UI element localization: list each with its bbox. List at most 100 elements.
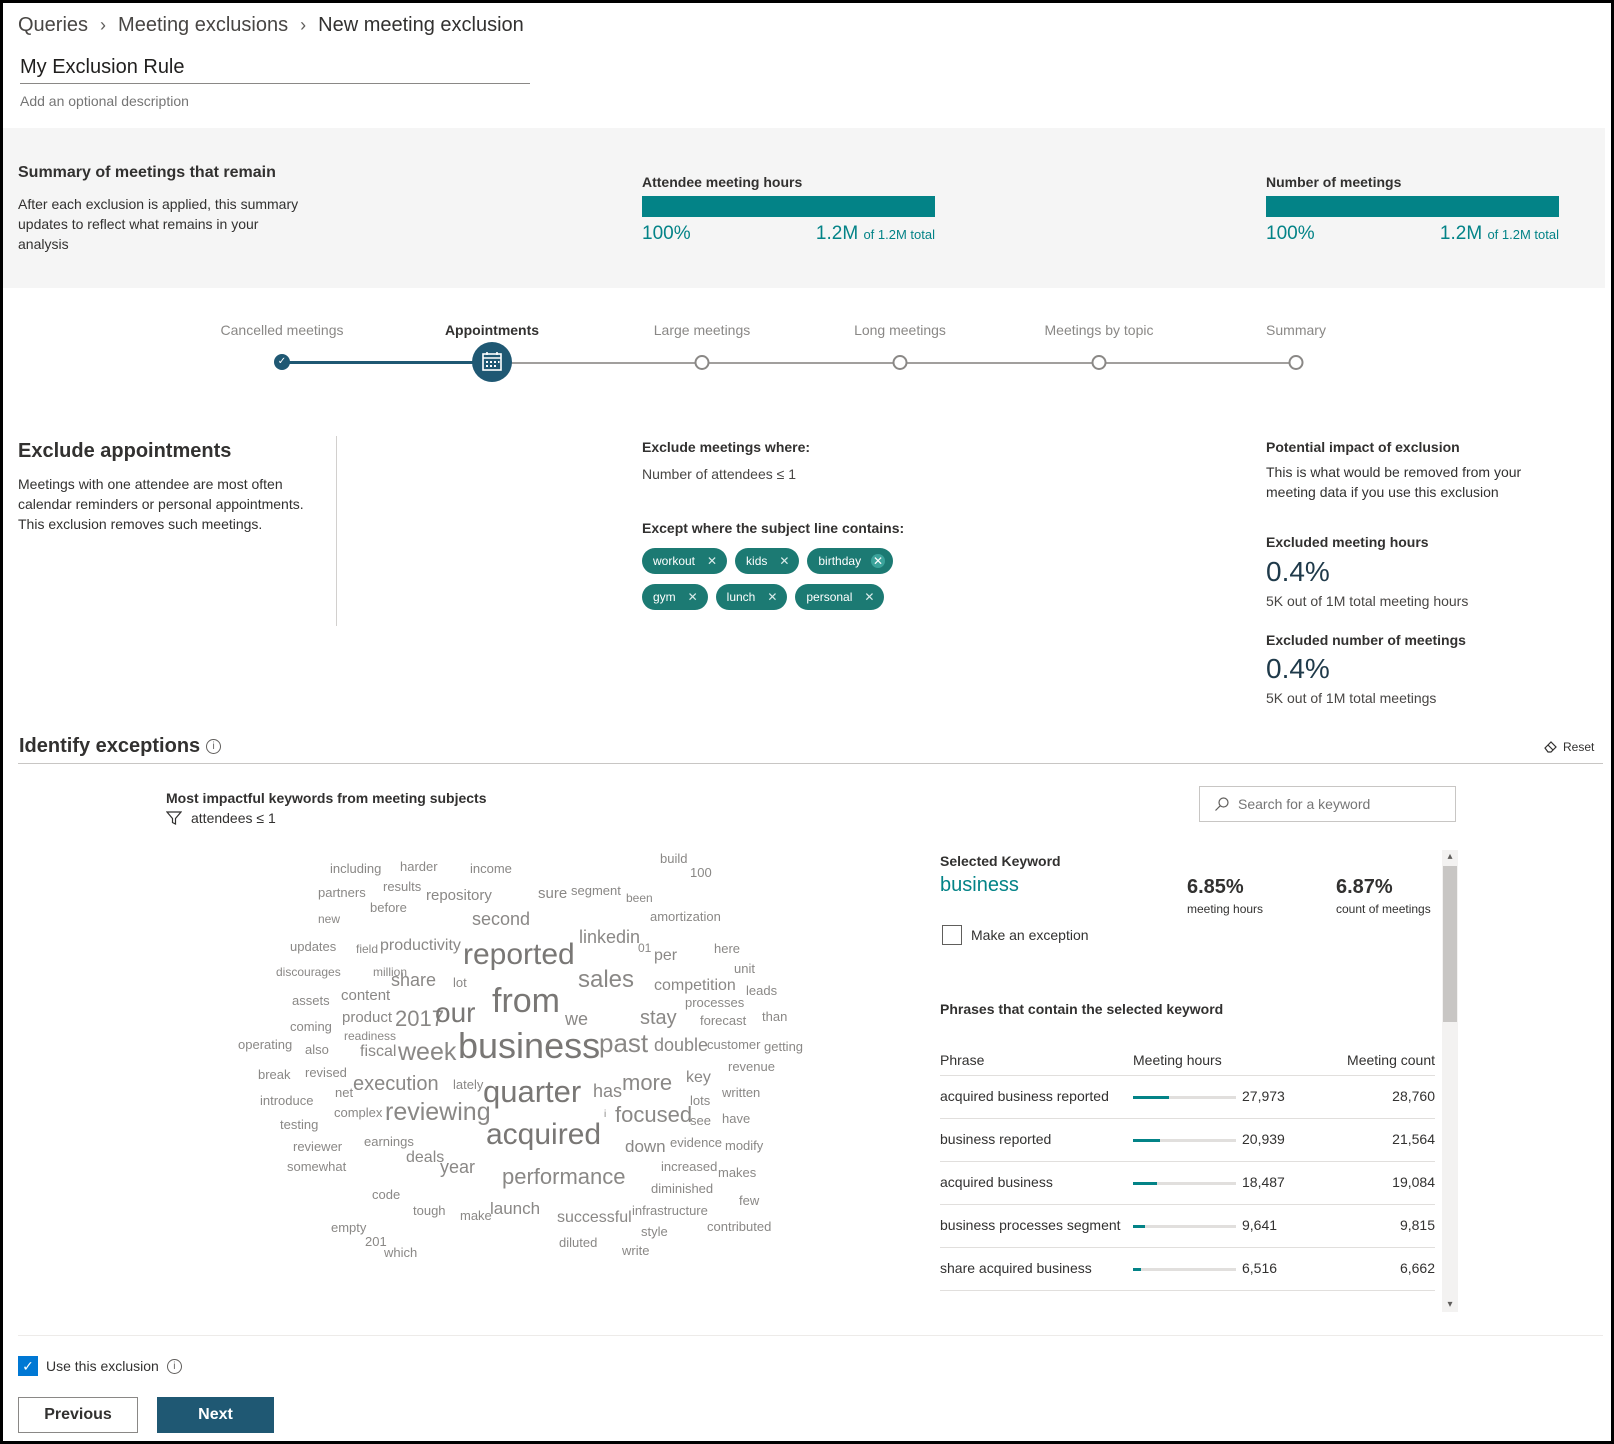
step-summary[interactable]: Summary	[1266, 322, 1326, 338]
word-cloud-keyword[interactable]: lot	[453, 976, 467, 989]
reset-button[interactable]: Reset	[1544, 740, 1594, 754]
word-cloud-keyword[interactable]: net	[335, 1086, 353, 1099]
chevron-down-icon[interactable]: ▾	[1442, 1298, 1458, 1312]
word-cloud-keyword[interactable]: linkedin	[579, 928, 640, 946]
step-long-meetings[interactable]: Long meetings	[854, 322, 946, 338]
rule-name-input[interactable]	[20, 52, 530, 84]
word-cloud-keyword[interactable]: break	[258, 1068, 291, 1081]
word-cloud-keyword[interactable]: readiness	[344, 1030, 396, 1042]
word-cloud-keyword[interactable]: code	[372, 1188, 400, 1201]
close-icon[interactable]: ✕	[777, 554, 791, 568]
word-cloud-keyword[interactable]: our	[435, 999, 475, 1027]
word-cloud-keyword[interactable]: also	[305, 1043, 329, 1056]
breadcrumb-queries[interactable]: Queries	[18, 14, 88, 37]
word-cloud-keyword[interactable]: been	[626, 892, 653, 904]
word-cloud-keyword[interactable]: have	[722, 1112, 750, 1125]
word-cloud-keyword[interactable]: new	[318, 913, 340, 925]
next-button[interactable]: Next	[157, 1397, 274, 1433]
word-cloud-keyword[interactable]: second	[472, 910, 530, 928]
word-cloud-keyword[interactable]: forecast	[700, 1014, 746, 1027]
word-cloud-keyword[interactable]: year	[440, 1158, 475, 1176]
step-dot-long[interactable]	[892, 355, 908, 370]
step-meetings-by-topic[interactable]: Meetings by topic	[1045, 322, 1154, 338]
step-cancelled-meetings[interactable]: Cancelled meetings	[221, 322, 344, 338]
word-cloud-keyword[interactable]: more	[622, 1072, 672, 1094]
word-cloud-keyword[interactable]: see	[690, 1114, 711, 1127]
word-cloud-keyword[interactable]: somewhat	[287, 1160, 346, 1173]
word-cloud-keyword[interactable]: repository	[426, 888, 492, 903]
previous-button[interactable]: Previous	[18, 1397, 138, 1433]
word-cloud-keyword[interactable]: has	[593, 1082, 622, 1100]
column-meeting-hours[interactable]: Meeting hours	[1133, 1052, 1222, 1068]
word-cloud-keyword[interactable]: field	[356, 943, 378, 955]
close-icon[interactable]: ✕	[705, 554, 719, 568]
table-row[interactable]: business processes segment 9,641 9,815	[940, 1205, 1435, 1248]
word-cloud-keyword[interactable]: partners	[318, 886, 366, 899]
word-cloud-keyword[interactable]: stay	[640, 1008, 677, 1028]
keyword-pill[interactable]: kids ✕	[735, 548, 800, 574]
use-exclusion-checkbox[interactable]: ✓	[18, 1356, 38, 1376]
word-cloud-keyword[interactable]: including	[330, 862, 381, 875]
keyword-pill[interactable]: gym ✕	[642, 584, 708, 610]
keyword-pill[interactable]: personal ✕	[795, 584, 885, 610]
step-dot-topic[interactable]	[1091, 355, 1107, 370]
word-cloud-keyword[interactable]: which	[384, 1246, 417, 1259]
word-cloud-keyword[interactable]: empty	[331, 1221, 366, 1234]
word-cloud-keyword[interactable]: amortization	[650, 910, 721, 923]
word-cloud-keyword[interactable]: successful	[557, 1210, 632, 1226]
word-cloud-keyword[interactable]: harder	[400, 860, 438, 873]
word-cloud-keyword[interactable]: reported	[463, 940, 575, 970]
word-cloud-keyword[interactable]: increased	[661, 1160, 717, 1173]
word-cloud-keyword[interactable]: assets	[292, 994, 330, 1007]
word-cloud-keyword[interactable]: lots	[690, 1094, 710, 1107]
word-cloud-keyword[interactable]: make	[460, 1209, 492, 1222]
word-cloud-keyword[interactable]: discourages	[276, 966, 341, 978]
calendar-icon[interactable]	[472, 342, 512, 382]
word-cloud-keyword[interactable]: earnings	[364, 1135, 414, 1148]
word-cloud-keyword[interactable]: build	[660, 852, 687, 865]
word-cloud-keyword[interactable]: diminished	[651, 1182, 713, 1195]
word-cloud-keyword[interactable]: processes	[685, 996, 744, 1009]
word-cloud-keyword[interactable]: launch	[490, 1200, 540, 1217]
word-cloud-keyword[interactable]: sales	[578, 968, 634, 992]
close-icon[interactable]: ✕	[765, 590, 779, 604]
word-cloud-keyword[interactable]: competition	[654, 978, 736, 994]
word-cloud-keyword[interactable]: write	[622, 1244, 649, 1257]
keyword-search[interactable]	[1199, 786, 1456, 822]
word-cloud-keyword[interactable]: revenue	[728, 1060, 775, 1073]
scrollbar-thumb[interactable]	[1443, 866, 1457, 1022]
word-cloud-keyword[interactable]: income	[470, 862, 512, 875]
word-cloud-keyword[interactable]: testing	[280, 1118, 318, 1131]
word-cloud-keyword[interactable]: customer	[707, 1038, 760, 1051]
step-dot-summary[interactable]	[1288, 355, 1304, 370]
word-cloud-keyword[interactable]: per	[654, 948, 677, 964]
step-appointments[interactable]: Appointments	[445, 322, 539, 338]
word-cloud-keyword[interactable]: diluted	[559, 1236, 597, 1249]
table-row[interactable]: acquired business reported 27,973 28,760	[940, 1076, 1435, 1119]
word-cloud-keyword[interactable]: here	[714, 942, 740, 955]
close-icon[interactable]: ✕	[686, 590, 700, 604]
word-cloud-keyword[interactable]: few	[739, 1194, 759, 1207]
word-cloud-keyword[interactable]: productivity	[380, 938, 461, 954]
keyword-pill[interactable]: workout ✕	[642, 548, 728, 574]
word-cloud-keyword[interactable]: before	[370, 901, 407, 914]
word-cloud-keyword[interactable]: results	[383, 880, 421, 893]
word-cloud-keyword[interactable]: reviewer	[293, 1140, 342, 1153]
info-icon[interactable]: i	[206, 739, 222, 754]
word-cloud-keyword[interactable]: product	[342, 1010, 392, 1025]
word-cloud-keyword[interactable]: key	[686, 1070, 711, 1086]
word-cloud-keyword[interactable]: quarter	[483, 1076, 581, 1107]
chevron-up-icon[interactable]: ▴	[1442, 850, 1458, 864]
word-cloud-keyword[interactable]: acquired	[486, 1120, 601, 1150]
word-cloud-keyword[interactable]: sure	[538, 886, 567, 901]
word-cloud-keyword[interactable]: operating	[238, 1038, 292, 1051]
word-cloud-keyword[interactable]: getting	[764, 1040, 803, 1053]
word-cloud-keyword[interactable]: week	[398, 1040, 456, 1065]
word-cloud-keyword[interactable]: from	[492, 984, 560, 1018]
column-meeting-count[interactable]: Meeting count	[1335, 1052, 1435, 1068]
word-cloud-keyword[interactable]: segment	[571, 884, 621, 897]
word-cloud-keyword[interactable]: business	[458, 1028, 600, 1064]
word-cloud-keyword[interactable]: evidence	[670, 1136, 722, 1149]
word-cloud-keyword[interactable]: updates	[290, 940, 336, 953]
word-cloud-keyword[interactable]: makes	[718, 1166, 756, 1179]
